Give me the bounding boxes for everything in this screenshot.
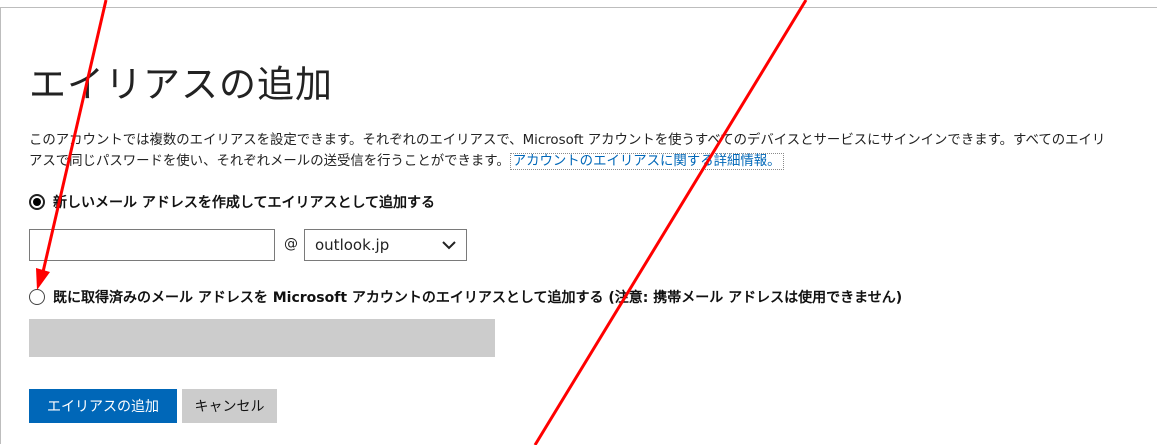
description-line-1: このアカウントでは複数のエイリアスを設定できます。それぞれのエイリアスで、Mic… <box>29 133 1106 148</box>
radio-button-selected[interactable] <box>29 194 45 210</box>
radio-existing-address-label: 既に取得済みのメール アドレスを Microsoft アカウントのエイリアスとし… <box>53 287 902 307</box>
add-alias-button[interactable]: エイリアスの追加 <box>29 389 177 423</box>
chevron-down-icon <box>442 241 456 250</box>
description-line-2-text: アスで同じパスワードを使い、それぞれメールの送受信を行うことができます。 <box>29 154 510 169</box>
domain-select[interactable]: outlook.jp <box>304 229 467 261</box>
description: このアカウントでは複数のエイリアスを設定できます。それぞれのエイリアスで、Mic… <box>29 130 1154 172</box>
new-email-input[interactable] <box>29 229 275 261</box>
radio-existing-address-note: (注意: 携帯メール アドレスは使用できません) <box>608 290 903 306</box>
radio-existing-address[interactable]: 既に取得済みのメール アドレスを Microsoft アカウントのエイリアスとし… <box>29 287 902 307</box>
radio-new-address[interactable]: 新しいメール アドレスを作成してエイリアスとして追加する <box>29 192 435 212</box>
radio-new-address-label: 新しいメール アドレスを作成してエイリアスとして追加する <box>53 195 436 211</box>
domain-select-value: outlook.jp <box>315 236 390 254</box>
alias-info-link[interactable]: アカウントのエイリアスに関する詳細情報。 <box>509 153 784 170</box>
at-symbol: @ <box>284 236 298 252</box>
radio-existing-address-text: 既に取得済みのメール アドレスを Microsoft アカウントのエイリアスとし… <box>53 290 604 306</box>
radio-button-unselected[interactable] <box>29 289 45 305</box>
radio-dot <box>33 198 41 206</box>
page-title: エイリアスの追加 <box>29 63 333 106</box>
description-line-2: アスで同じパスワードを使い、それぞれメールの送受信を行うことができます。 アカウン… <box>29 151 1154 172</box>
cancel-button[interactable]: キャンセル <box>182 389 277 423</box>
existing-email-input-disabled <box>29 319 495 357</box>
